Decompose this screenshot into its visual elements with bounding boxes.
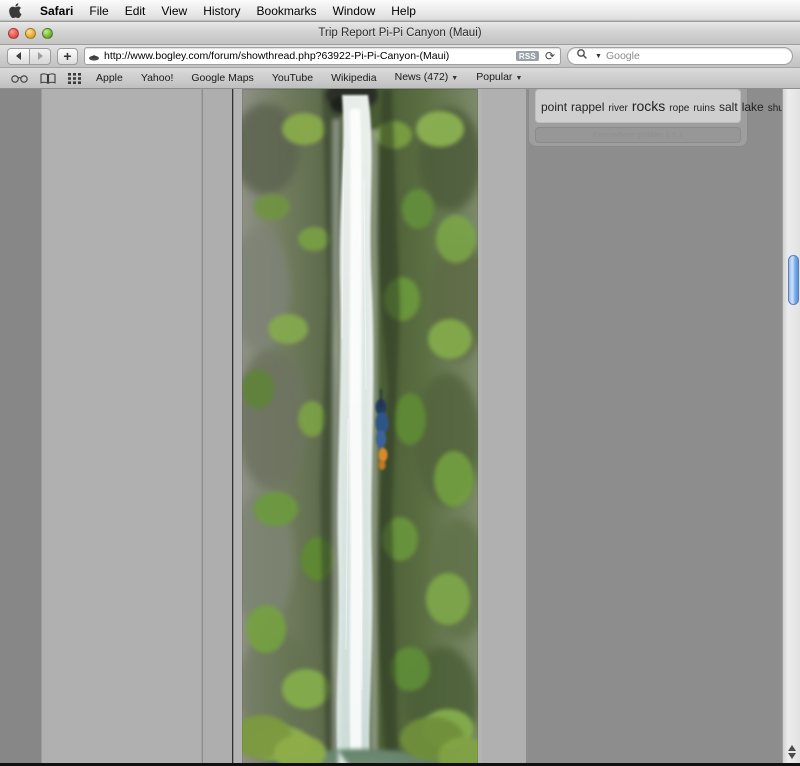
window-controls bbox=[8, 27, 53, 39]
search-dropdown-caret-icon[interactable]: ▼ bbox=[595, 53, 602, 60]
vertical-scrollbar[interactable] bbox=[782, 89, 800, 766]
chevron-left-icon bbox=[16, 52, 21, 60]
page-right-margin bbox=[528, 89, 782, 766]
menu-item-history[interactable]: History bbox=[195, 0, 248, 22]
bookmarks-bar: Apple Yahoo! Google Maps YouTube Wikiped… bbox=[0, 68, 800, 89]
minimize-button[interactable] bbox=[25, 27, 36, 39]
bookmark-news[interactable]: News (472) ▼ bbox=[387, 67, 467, 89]
bookmark-wikipedia[interactable]: Wikipedia bbox=[323, 68, 385, 89]
plus-icon: + bbox=[63, 48, 72, 64]
apple-logo-icon[interactable] bbox=[8, 3, 22, 19]
tag-cloud-widget: pointrappelriverrocksroperuinssaltlakesh… bbox=[528, 89, 797, 147]
scrollbar-track[interactable] bbox=[785, 89, 799, 737]
chevron-right-icon bbox=[37, 52, 43, 60]
browser-toolbar: + http://www.bogley.com/forum/showthread… bbox=[0, 45, 800, 68]
bookmark-google-maps[interactable]: Google Maps bbox=[183, 68, 261, 89]
close-button[interactable] bbox=[8, 27, 19, 39]
scroll-down-arrow-icon[interactable] bbox=[787, 753, 796, 759]
screen: Safari File Edit View History Bookmarks … bbox=[0, 0, 800, 766]
window-title: Trip Report Pi-Pi Canyon (Maui) bbox=[318, 27, 482, 39]
bookmark-popular-label: Popular bbox=[476, 71, 513, 83]
widget-footer-text: Everywhere globber 1.5.1 bbox=[592, 130, 684, 140]
macos-menu-bar: Safari File Edit View History Bookmarks … bbox=[0, 0, 800, 22]
waterfall-photo[interactable] bbox=[242, 89, 478, 766]
scroll-up-arrow-icon[interactable] bbox=[787, 745, 796, 751]
widget-footer: Everywhere globber 1.5.1 bbox=[535, 126, 741, 143]
search-field[interactable]: ▼ Google bbox=[567, 47, 793, 65]
tag-link[interactable]: point bbox=[541, 100, 567, 114]
bookmark-news-label: News (472) bbox=[394, 71, 449, 83]
url-text: http://www.bogley.com/forum/showthread.p… bbox=[104, 50, 450, 62]
chevron-down-icon: ▼ bbox=[451, 75, 459, 82]
navigation-buttons bbox=[7, 47, 51, 65]
menu-item-window[interactable]: Window bbox=[325, 0, 384, 22]
menu-item-file[interactable]: File bbox=[81, 0, 116, 22]
tag-link[interactable]: lake bbox=[742, 100, 764, 114]
grid-icon[interactable] bbox=[63, 72, 86, 84]
reload-icon[interactable]: ⟳ bbox=[543, 49, 557, 63]
page-content: pointrappelriverrocksroperuinssaltlakesh… bbox=[0, 89, 800, 766]
rss-badge[interactable]: RSS bbox=[515, 51, 539, 61]
tag-link[interactable]: salt bbox=[719, 100, 738, 114]
tag-link[interactable]: river bbox=[608, 103, 627, 114]
bookmark-yahoo[interactable]: Yahoo! bbox=[133, 68, 182, 89]
tag-cloud-box: pointrappelriverrocksroperuinssaltlakesh… bbox=[535, 89, 797, 123]
bookmark-apple[interactable]: Apple bbox=[88, 68, 131, 89]
add-bookmark-button[interactable]: + bbox=[57, 47, 78, 65]
page-left-column bbox=[41, 89, 202, 766]
menu-item-edit[interactable]: Edit bbox=[117, 0, 154, 22]
scrollbar-arrows bbox=[783, 737, 800, 766]
menu-item-help[interactable]: Help bbox=[383, 0, 424, 22]
tag-link[interactable]: ruins bbox=[693, 103, 715, 114]
tag-link[interactable]: rappel bbox=[571, 100, 604, 114]
back-button[interactable] bbox=[7, 47, 29, 65]
book-icon[interactable] bbox=[35, 72, 61, 84]
bookmark-popular[interactable]: Popular ▼ bbox=[468, 67, 530, 89]
bookmark-youtube[interactable]: YouTube bbox=[264, 68, 321, 89]
zoom-button[interactable] bbox=[42, 27, 53, 39]
safari-window: Trip Report Pi-Pi Canyon (Maui) + http:/… bbox=[0, 22, 800, 766]
tag-link[interactable]: rocks bbox=[632, 98, 665, 114]
tag-link[interactable]: rope bbox=[669, 103, 689, 114]
chevron-down-icon: ▼ bbox=[515, 75, 523, 82]
search-icon bbox=[576, 47, 588, 65]
reading-glasses-icon[interactable] bbox=[6, 74, 33, 83]
vertical-scroll-thumb[interactable] bbox=[788, 255, 799, 305]
forward-button[interactable] bbox=[29, 47, 51, 65]
window-titlebar[interactable]: Trip Report Pi-Pi Canyon (Maui) bbox=[0, 22, 800, 45]
address-bar[interactable]: http://www.bogley.com/forum/showthread.p… bbox=[84, 47, 561, 65]
menu-item-bookmarks[interactable]: Bookmarks bbox=[249, 0, 325, 22]
page-content-gap-left bbox=[234, 89, 242, 766]
page-left-margin bbox=[0, 89, 41, 766]
page-right-column bbox=[482, 89, 527, 766]
menu-item-safari[interactable]: Safari bbox=[32, 0, 81, 22]
page-left-gutter bbox=[203, 89, 233, 766]
search-placeholder: Google bbox=[605, 50, 640, 62]
menu-item-view[interactable]: View bbox=[153, 0, 195, 22]
site-favicon-icon bbox=[88, 50, 100, 62]
